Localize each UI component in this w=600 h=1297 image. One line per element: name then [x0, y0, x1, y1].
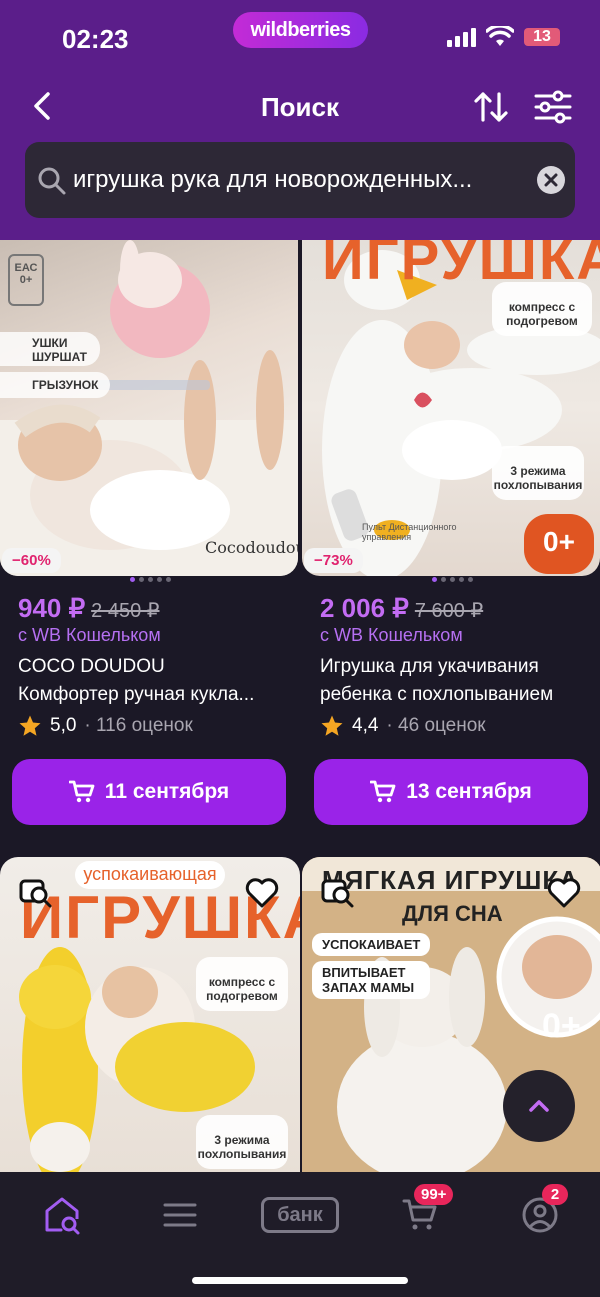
- cart-icon: [68, 780, 95, 803]
- price: 940 ₽: [18, 593, 86, 623]
- status-time: 02:23: [62, 24, 129, 54]
- star-icon: [19, 715, 41, 736]
- search-icon: [38, 167, 66, 195]
- tab-cart[interactable]: 99+: [390, 1184, 454, 1240]
- scroll-to-top-button[interactable]: [503, 1070, 575, 1142]
- add-to-cart-button[interactable]: 13 сентября: [314, 759, 588, 825]
- image-pager: [302, 577, 600, 582]
- product-image[interactable]: ИГРУШКА компресс с подогревом 3 режима п…: [302, 240, 600, 576]
- search-input[interactable]: [73, 160, 543, 200]
- rating: 5,0 · 116 оценок: [18, 714, 193, 738]
- home-search-icon: [45, 1197, 80, 1235]
- delivery-date: 11 сентября: [104, 780, 230, 803]
- battery-indicator: 13: [524, 28, 560, 46]
- price-row: 940 ₽ 2 450 ₽: [18, 593, 160, 624]
- heart-icon[interactable]: [244, 875, 280, 911]
- image-heading: МЯГКАЯ ИГРУШКА: [322, 865, 580, 895]
- review-count: · 46 оценок: [386, 715, 486, 736]
- product-card[interactable]: ЕАС 0+ УШКИ ШУРШАТ ГРЫЗУНОК Cocodoudou −…: [0, 240, 300, 840]
- image-badge-modes: 3 режима похлопывания: [196, 1115, 288, 1169]
- wallet-note: с WB Кошельком: [320, 625, 463, 645]
- cart-badge: 99+: [414, 1184, 454, 1205]
- heart-icon[interactable]: [546, 875, 582, 911]
- product-title[interactable]: Комфортер ручная кукла...: [18, 684, 288, 706]
- similar-search-icon[interactable]: [18, 875, 54, 911]
- age-badge: 0+: [542, 1007, 581, 1045]
- wifi-icon: [486, 26, 514, 46]
- header: 02:23 wildberries 13 Поиск: [0, 0, 600, 240]
- cellular-signal-icon: [447, 27, 476, 47]
- product-photo: [0, 240, 298, 576]
- image-tag-teether: ГРЫЗУНОК: [0, 372, 110, 398]
- wallet-note: с WB Кошельком: [18, 625, 161, 645]
- image-tag-ears: УШКИ ШУРШАТ: [0, 332, 100, 366]
- cert-mark: ЕАС 0+: [8, 254, 44, 306]
- rating: 4,4 · 46 оценок: [320, 714, 486, 738]
- product-brand: Игрушка для укачивания: [320, 656, 539, 677]
- discount-badge: −73%: [304, 548, 363, 573]
- image-badge-modes: 3 режима похлопывания: [492, 446, 584, 500]
- cart-icon: [370, 780, 396, 803]
- search-bar[interactable]: [25, 142, 575, 218]
- age-badge: 0+: [524, 514, 594, 574]
- back-button[interactable]: [26, 86, 62, 126]
- image-badge-heat: компресс с подогревом: [492, 282, 592, 336]
- old-price: 7 600 ₽: [414, 600, 484, 622]
- product-brand: COCO DOUDOU: [18, 656, 165, 677]
- close-icon: [544, 173, 558, 187]
- product-card[interactable]: ИГРУШКА компресс с подогревом 3 режима п…: [302, 240, 600, 840]
- image-tag-calms: УСПОКАИВАЕТ: [312, 933, 431, 956]
- clear-search-button[interactable]: [537, 166, 565, 194]
- remote-caption: Пульт Дистанционного управления: [362, 522, 457, 542]
- discount-badge: −60%: [2, 548, 61, 573]
- bank-label: банк: [261, 1197, 339, 1233]
- rating-value: 4,4: [352, 715, 379, 736]
- tab-catalog[interactable]: [150, 1190, 210, 1240]
- image-badge-heat: компресс с подогревом: [196, 957, 288, 1011]
- image-tag-scent: ВПИТЫВАЕТ ЗАПАХ МАМЫ: [312, 961, 430, 999]
- product-image[interactable]: ЕАС 0+ УШКИ ШУРШАТ ГРЫЗУНОК Cocodoudou: [0, 240, 298, 576]
- product-grid[interactable]: ЕАС 0+ УШКИ ШУРШАТ ГРЫЗУНОК Cocodoudou −…: [0, 240, 600, 1175]
- brand-logo: wildberries: [233, 12, 368, 48]
- filter-sliders-icon[interactable]: [532, 86, 574, 128]
- price: 2 006 ₽: [320, 593, 409, 623]
- app-screen: 02:23 wildberries 13 Поиск игрушка рука …: [0, 0, 600, 1297]
- similar-search-icon[interactable]: [320, 875, 356, 911]
- old-price: 2 450 ₽: [91, 600, 160, 622]
- price-row: 2 006 ₽ 7 600 ₽: [320, 593, 483, 624]
- add-to-cart-button[interactable]: 11 сентября: [12, 759, 286, 825]
- image-subheading: ДЛЯ СНА: [402, 901, 503, 926]
- menu-icon: [163, 1203, 197, 1227]
- product-title[interactable]: ребенка с похлопыванием: [320, 684, 590, 706]
- home-indicator: [192, 1277, 408, 1284]
- rating-value: 5,0: [50, 715, 77, 736]
- review-count: · 116 оценок: [84, 715, 193, 736]
- delivery-date: 13 сентября: [406, 780, 532, 803]
- tab-bank[interactable]: банк: [260, 1190, 340, 1240]
- tab-home-search[interactable]: [32, 1190, 92, 1240]
- tab-profile[interactable]: 2: [510, 1184, 570, 1240]
- brand-watermark: Cocodoudou: [205, 538, 298, 557]
- chevron-up-icon: [529, 1100, 549, 1112]
- status-icons: 13: [447, 26, 560, 48]
- image-pager: [0, 577, 300, 582]
- product-card[interactable]: успокаивающая ИГРУШКА компресс с подогре…: [0, 857, 300, 1175]
- sort-arrows-icon[interactable]: [470, 86, 512, 128]
- star-icon: [321, 715, 343, 736]
- profile-badge: 2: [542, 1184, 568, 1205]
